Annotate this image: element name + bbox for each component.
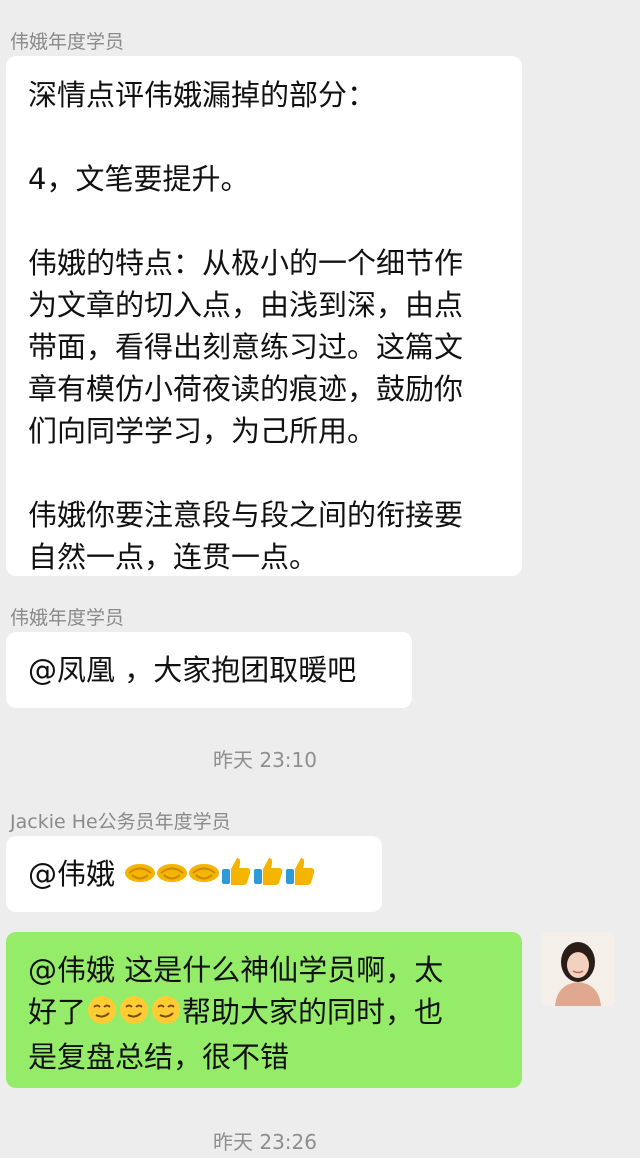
message-sender-name: 伟娥年度学员	[10, 31, 125, 53]
message-text-line: 4，文笔要提升。	[28, 162, 250, 196]
timestamp: 昨天 23:26	[213, 1130, 317, 1154]
message-bubble[interactable]: @凤凰 ，大家抱团取暖吧	[6, 632, 412, 708]
message-text-line: 伟娥你要注意段与段之间的衔接要	[28, 498, 464, 532]
message-text-fragment: 好了	[28, 995, 87, 1029]
outgoing-message-bubble[interactable]: @伟娥 这是什么神仙学员啊，太 好了 帮助大家的同时，也 是复盘总结，很不错	[6, 932, 522, 1088]
message-bubble[interactable]: @伟娥	[6, 836, 382, 912]
message-text: @伟娥	[28, 857, 125, 891]
handshake-emoji-icon	[188, 855, 220, 897]
message-text-line: 是复盘总结，很不错	[28, 1039, 290, 1074]
message-text-line: 深情点评伟娥漏掉的部分：	[28, 78, 377, 112]
message-text-line: 为文章的切入点，由浅到深，由点	[28, 288, 464, 322]
smirk-emoji-icon	[150, 993, 182, 1036]
user-avatar[interactable]	[541, 932, 615, 1006]
message-text-line: @伟娥 这是什么神仙学员啊，太	[28, 953, 444, 987]
message-bubble[interactable]: 深情点评伟娥漏掉的部分： 4，文笔要提升。 伟娥的特点：从极小的一个细节作 为文…	[6, 56, 522, 576]
handshake-emoji-icon	[124, 855, 156, 897]
message-text-line: 带面，看得出刻意练习过。这篇文	[28, 330, 464, 364]
smirk-emoji-icon	[118, 993, 150, 1036]
message-text-line: 章有模仿小荷夜读的痕迹，鼓励你	[28, 372, 464, 406]
thumbs-up-emoji-icon	[252, 855, 284, 898]
handshake-emoji-icon	[156, 855, 188, 897]
message-text: @凤凰 ，大家抱团取暖吧	[28, 653, 357, 687]
thumbs-up-emoji-icon	[220, 855, 252, 898]
thumbs-up-emoji-icon	[284, 855, 316, 898]
message-text-line: 们向同学学习，为己所用。	[28, 414, 377, 448]
message-text-line: 伟娥的特点：从极小的一个细节作	[28, 246, 464, 280]
message-sender-name: Jackie He公务员年度学员	[10, 811, 231, 833]
avatar-photo-icon	[541, 932, 615, 1006]
timestamp: 昨天 23:10	[213, 748, 317, 772]
message-text-fragment: 帮助大家的同时，也	[182, 995, 444, 1029]
message-text-line: 自然一点，连贯一点。	[28, 540, 319, 574]
message-sender-name: 伟娥年度学员	[10, 607, 125, 629]
smirk-emoji-icon	[86, 993, 118, 1036]
